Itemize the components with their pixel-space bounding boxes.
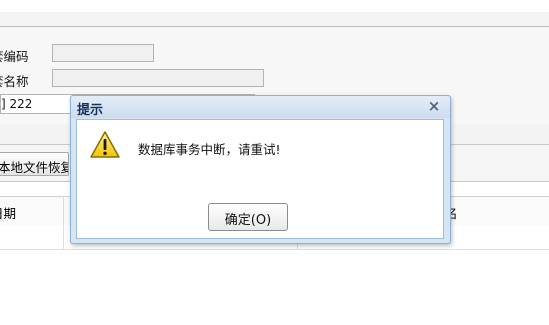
- grid-header-date[interactable]: 日期: [0, 197, 64, 225]
- top-strip: [0, 0, 549, 12]
- ok-button[interactable]: 确定(O): [208, 203, 288, 231]
- warning-icon: [90, 131, 120, 158]
- table-cell: [0, 225, 64, 249]
- local-file-restore-label: 本地文件恢复: [0, 160, 69, 175]
- page: 套编码 套名称 ] 222 本地文件恢复 日期 名 提示: [0, 0, 549, 325]
- dialog-message: 数据库事务中断，请重试!: [138, 142, 281, 157]
- form-row-code: 套编码: [0, 44, 549, 64]
- dialog-body: 数据库事务中断，请重试! 确定(O): [76, 119, 444, 239]
- bottom-area: [0, 250, 549, 325]
- dialog-title: 提示: [77, 103, 104, 118]
- top-band: [0, 12, 549, 27]
- alert-dialog: 提示 × 数据库事务中断，请重试! 确定(O): [70, 95, 451, 244]
- name-input[interactable]: [52, 69, 264, 87]
- form-row-name: 套名称: [0, 69, 549, 89]
- grid-header-date-label: 日期: [0, 206, 17, 221]
- dialog-titlebar[interactable]: 提示 ×: [71, 96, 450, 118]
- close-icon[interactable]: ×: [426, 97, 442, 115]
- code-input[interactable]: [52, 44, 154, 62]
- name-label: 套名称: [0, 74, 29, 89]
- code-label: 套编码: [0, 49, 29, 64]
- local-file-restore-button[interactable]: 本地文件恢复: [0, 152, 69, 176]
